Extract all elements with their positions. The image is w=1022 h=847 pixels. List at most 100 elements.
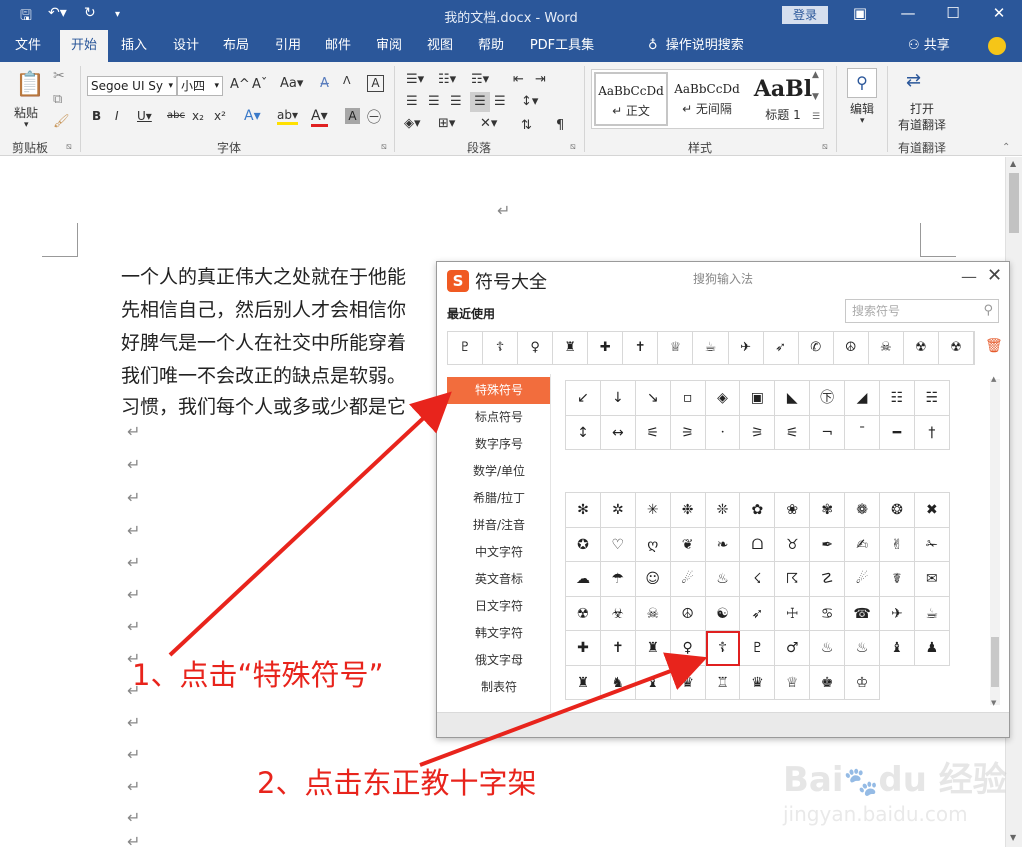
symbol-cell[interactable]: ❧ — [705, 527, 741, 562]
symbol-cell[interactable]: ◢ — [845, 381, 881, 416]
category-item[interactable]: 希腊/拉丁 — [447, 485, 551, 512]
category-item[interactable]: 标点符号 — [447, 404, 551, 431]
symbol-cell[interactable]: ✝ — [600, 631, 636, 666]
italic-icon[interactable]: I — [115, 109, 119, 123]
symbol-cell[interactable]: ☢ — [566, 596, 601, 631]
styles-scroll-up-icon[interactable]: ▲ — [812, 70, 819, 80]
symbol-cell[interactable]: ✲ — [600, 493, 636, 528]
symbol-cell[interactable]: ☕ — [914, 596, 950, 631]
symbol-cell[interactable]: ♕ — [775, 665, 811, 700]
symbol-cell[interactable]: ♨ — [845, 631, 881, 666]
paste-button[interactable]: 粘贴 — [14, 104, 38, 121]
sort-icon[interactable]: ⇅ — [521, 118, 532, 133]
symbol-cell[interactable]: ♨ — [705, 562, 741, 597]
symbol-cell[interactable]: ☯ — [705, 596, 741, 631]
symbol-cell[interactable]: ✒ — [810, 527, 846, 562]
chinese-layout-icon[interactable]: ✕▾ — [480, 116, 497, 131]
symbol-cell[interactable]: ♂ — [775, 631, 811, 666]
symbol-cell[interactable]: ✈ — [880, 596, 915, 631]
font-color-icon[interactable]: A▾ — [311, 108, 328, 127]
symbol-cell[interactable]: ◣ — [775, 381, 811, 416]
tell-me-search[interactable]: ♁ 操作说明搜索 — [648, 30, 744, 62]
category-item[interactable]: 韩文字符 — [447, 620, 551, 647]
align-right-icon[interactable]: ☰ — [450, 94, 462, 109]
symbol-cell[interactable]: ☂ — [600, 562, 636, 597]
search-icon[interactable]: ⚲ — [847, 68, 877, 98]
style-normal[interactable]: AaBbCcDd ↵ 正文 — [594, 72, 668, 126]
symbol-cell[interactable]: ✍ — [845, 527, 881, 562]
symbol-cell[interactable]: ✿ — [740, 493, 776, 528]
symbol-cell[interactable]: ✌ — [880, 527, 915, 562]
recent-symbol-cell[interactable]: ✝ — [623, 332, 659, 364]
clear-formatting-icon[interactable]: A̶ — [320, 76, 329, 91]
styles-more-icon[interactable]: ☰ — [812, 112, 820, 122]
tab-design[interactable]: 设计 — [162, 30, 210, 62]
symbol-cell[interactable]: ☩ — [775, 596, 811, 631]
align-center-icon[interactable]: ☰ — [428, 94, 440, 109]
recent-symbol-cell[interactable]: ☠ — [869, 332, 904, 364]
symbol-search-input[interactable]: 搜索符号 ⚲ — [845, 299, 999, 323]
recent-symbol-cell[interactable]: ➶ — [764, 332, 799, 364]
symbol-cell[interactable]: ♟ — [914, 631, 950, 666]
line-spacing-icon[interactable]: ↕▾ — [521, 94, 538, 109]
recent-symbol-cell[interactable]: ☢ — [939, 332, 974, 364]
multilevel-list-icon[interactable]: ☶▾ — [471, 72, 489, 87]
minimize-icon[interactable]: — — [893, 4, 923, 22]
symbol-cell[interactable]: ♛ — [670, 665, 706, 700]
symbol-cell[interactable]: ❁ — [845, 493, 881, 528]
character-shading-icon[interactable]: A — [345, 108, 360, 124]
increase-indent-icon[interactable]: ⇥ — [535, 72, 546, 87]
symbol-cell[interactable]: ❂ — [880, 493, 915, 528]
format-painter-icon[interactable]: 🖌 — [53, 114, 70, 129]
symbol-cell[interactable]: ✖ — [914, 493, 950, 528]
symbol-cell[interactable]: ❊ — [705, 493, 741, 528]
decrease-indent-icon[interactable]: ⇤ — [513, 72, 524, 87]
recent-symbol-cell[interactable]: ♕ — [658, 332, 694, 364]
paste-dropdown-icon[interactable]: ▾ — [24, 120, 29, 130]
style-heading-1[interactable]: AaBl 标题 1 — [746, 72, 820, 126]
symbol-cell[interactable]: ☣ — [600, 596, 636, 631]
ribbon-display-icon[interactable]: ▣ — [845, 4, 875, 22]
recent-symbol-cell[interactable]: ♇ — [448, 332, 484, 364]
category-item[interactable]: 制表符 — [447, 674, 551, 701]
symbol-cell[interactable]: ♉ — [775, 527, 811, 562]
share-button[interactable]: ⚇ 共享 — [908, 30, 950, 62]
character-border-icon[interactable]: A — [367, 75, 384, 92]
subscript-icon[interactable]: x₂ — [192, 109, 204, 123]
recent-symbol-cell[interactable]: ♜ — [553, 332, 589, 364]
symbol-cell[interactable]: ㊦ — [810, 381, 846, 416]
symbol-cell[interactable]: ↕ — [566, 415, 601, 450]
symbol-cell[interactable]: ⚟ — [635, 415, 671, 450]
symbol-cell[interactable]: ✳ — [635, 493, 671, 528]
symbol-cell[interactable]: ✉ — [914, 562, 950, 597]
translate-icon[interactable]: ⇄ — [906, 70, 921, 91]
symbol-cell[interactable]: ☺ — [635, 562, 671, 597]
close-icon[interactable]: ✕ — [987, 265, 1002, 286]
symbol-cell[interactable]: ☮ — [670, 596, 706, 631]
styles-scroll-down-icon[interactable]: ▼ — [812, 92, 819, 102]
symbol-cell[interactable]: ㆍ — [705, 415, 741, 450]
paste-icon[interactable]: 📋 — [15, 70, 45, 98]
symbol-cell[interactable]: ☵ — [914, 381, 950, 416]
symbol-cell[interactable]: ¯ — [845, 415, 881, 450]
strikethrough-icon[interactable]: abc — [167, 110, 185, 121]
symbol-cell[interactable]: ☡ — [810, 562, 846, 597]
shading-icon[interactable]: ◈▾ — [404, 116, 421, 131]
symbol-scrollbar[interactable]: ▲ ▼ — [990, 375, 1000, 707]
underline-icon[interactable]: U▾ — [137, 109, 152, 123]
symbol-cell[interactable]: ❉ — [670, 493, 706, 528]
tab-pdf-tools[interactable]: PDF工具集 — [522, 30, 602, 62]
symbol-cell[interactable]: ━ — [880, 415, 915, 450]
tab-home[interactable]: 开始 — [60, 30, 108, 62]
symbol-cell[interactable]: ☄ — [845, 562, 881, 597]
symbol-cell[interactable]: ღ — [635, 527, 671, 562]
shrink-font-icon[interactable]: Aˇ — [252, 77, 267, 92]
align-left-icon[interactable]: ☰ — [406, 94, 418, 109]
symbol-cell[interactable]: † — [914, 415, 950, 450]
symbol-cell[interactable]: ᗝ — [740, 527, 776, 562]
tab-file[interactable]: 文件 — [4, 30, 52, 62]
youdao-translate-button[interactable]: 有道翻译 — [898, 116, 946, 133]
open-translate-label[interactable]: 打开 — [910, 100, 934, 117]
symbol-cell[interactable]: ☇ — [740, 562, 776, 597]
symbol-cell[interactable]: ✁ — [914, 527, 950, 562]
